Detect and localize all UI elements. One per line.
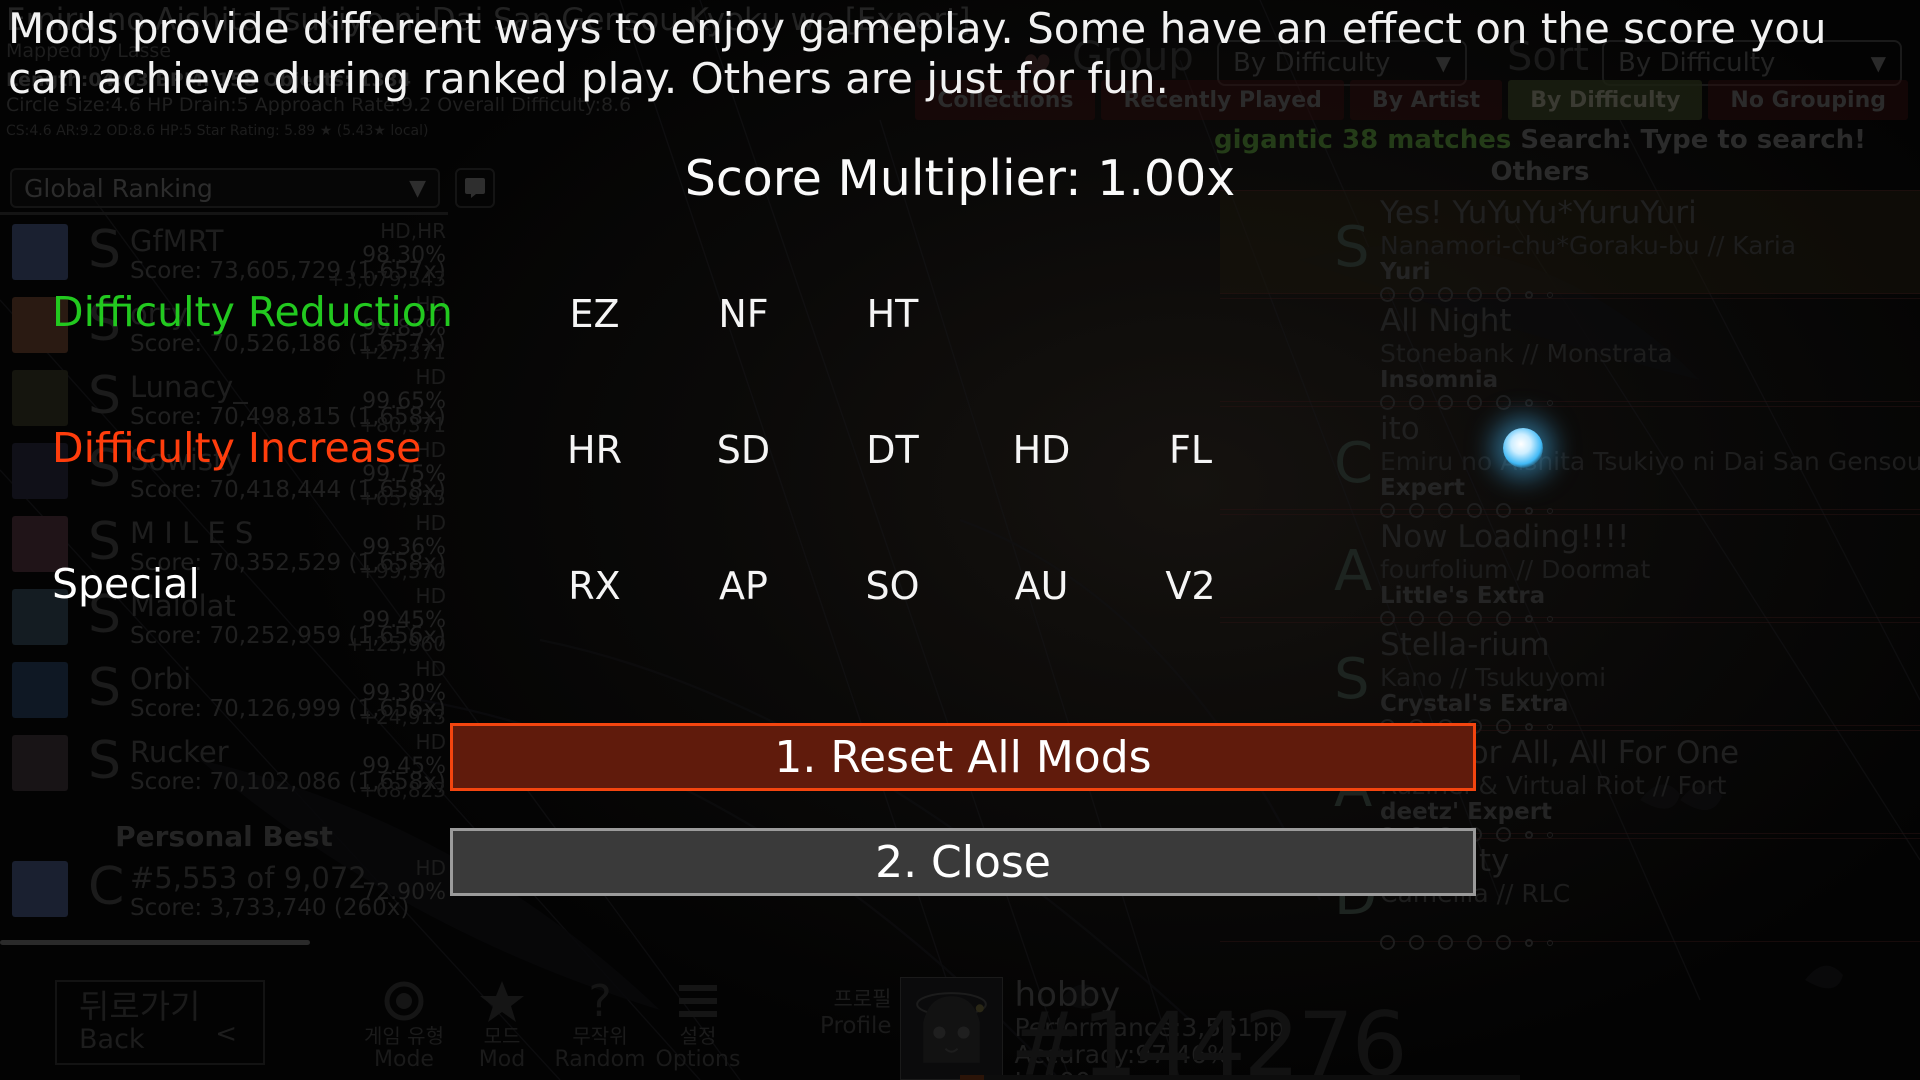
osu-song-select-screen: Emiru no Aishita Tsukiyo ni Dai San Gens… xyxy=(0,0,1920,1080)
mod-button-v2[interactable]: V2 xyxy=(1116,542,1265,608)
mod-button-rx[interactable]: RX xyxy=(520,542,669,608)
mod-description: Mods provide different ways to enjoy gam… xyxy=(8,4,1827,103)
mod-grid: Difficulty Reduction EZ NF HT Difficulty I… xyxy=(0,270,1250,678)
mod-category-row: Difficulty Reduction EZ NF HT xyxy=(0,270,1250,406)
mod-category-row: Special RX AP SO AU V2 xyxy=(0,542,1250,678)
mod-button-hd[interactable]: HD xyxy=(967,406,1116,472)
mod-button-ez[interactable]: EZ xyxy=(520,270,669,336)
mod-button-nf[interactable]: NF xyxy=(669,270,818,336)
reset-all-mods-label: 1. Reset All Mods xyxy=(774,731,1152,783)
close-button[interactable]: 2. Close xyxy=(450,828,1476,896)
mod-button-ap[interactable]: AP xyxy=(669,542,818,608)
mod-category-label: Difficulty Increase xyxy=(52,424,422,472)
mod-button-au[interactable]: AU xyxy=(967,542,1116,608)
mod-category-label: Special xyxy=(52,560,200,608)
mod-button-hr[interactable]: HR xyxy=(520,406,669,472)
mod-button-group: RX AP SO AU V2 xyxy=(520,542,1265,608)
score-multiplier: Score Multiplier: 1.00x xyxy=(684,150,1236,207)
mod-category-row: Difficulty Increase HR SD DT HD FL xyxy=(0,406,1250,542)
mod-button-group: HR SD DT HD FL xyxy=(520,406,1265,472)
mod-button-fl[interactable]: FL xyxy=(1116,406,1265,472)
close-label: 2. Close xyxy=(875,836,1051,888)
mod-category-label: Difficulty Reduction xyxy=(52,288,453,336)
mod-select-overlay: Mods provide different ways to enjoy gam… xyxy=(0,0,1920,1080)
mouse-cursor xyxy=(1503,428,1543,468)
mod-button-so[interactable]: SO xyxy=(818,542,967,608)
mod-button-sd[interactable]: SD xyxy=(669,406,818,472)
reset-all-mods-button[interactable]: 1. Reset All Mods xyxy=(450,723,1476,791)
mod-button-dt[interactable]: DT xyxy=(818,406,967,472)
mod-button-group: EZ NF HT xyxy=(520,270,967,336)
mod-button-ht[interactable]: HT xyxy=(818,270,967,336)
